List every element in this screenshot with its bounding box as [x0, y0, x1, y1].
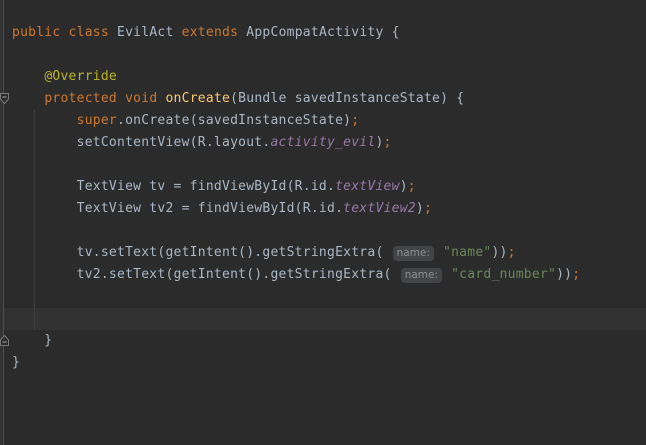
token-plain: tv2.setText(getIntent().getStringExtra( — [12, 267, 400, 282]
code-line[interactable] — [12, 154, 646, 176]
token-semi: ; — [508, 245, 516, 260]
code-line[interactable]: } — [12, 330, 646, 352]
code-line[interactable]: super.onCreate(savedInstanceState); — [12, 110, 646, 132]
code-lines: public class EvilAct extends AppCompatAc… — [0, 0, 646, 374]
token-plain: } — [12, 333, 52, 348]
token-keyword: void — [125, 91, 157, 106]
token-field: textView — [335, 179, 400, 194]
token-string: "card_number" — [451, 267, 556, 282]
token-plain — [12, 69, 44, 84]
token-keyword: extends — [182, 25, 239, 40]
token-semi: ; — [572, 267, 580, 282]
code-line[interactable]: } — [12, 352, 646, 374]
token-keyword: super — [77, 113, 117, 128]
code-line[interactable]: public class EvilAct extends AppCompatAc… — [12, 22, 646, 44]
parameter-hint-pill: name: — [401, 268, 442, 283]
token-keyword: class — [69, 25, 109, 40]
parameter-hint-pill: name: — [393, 246, 434, 261]
token-field: textView2 — [343, 201, 416, 216]
token-plain: ) — [375, 135, 383, 150]
token-string: "name" — [443, 245, 491, 260]
token-plain: TextView tv2 = findViewById(R.id. — [12, 201, 343, 216]
code-line[interactable] — [12, 220, 646, 242]
token-plain: (Bundle savedInstanceState) { — [230, 91, 464, 106]
token-semi: ; — [408, 179, 416, 194]
token-plain: setContentView(R.layout. — [12, 135, 270, 150]
token-plain — [12, 91, 44, 106]
token-semi: ; — [351, 113, 359, 128]
token-plain: ) — [416, 201, 424, 216]
code-line[interactable]: protected void onCreate(Bundle savedInst… — [12, 88, 646, 110]
token-plain — [443, 267, 451, 282]
token-plain — [435, 245, 443, 260]
token-plain — [60, 25, 68, 40]
token-plain — [12, 113, 77, 128]
token-keyword: protected — [44, 91, 117, 106]
code-line[interactable]: tv.setText(getIntent().getStringExtra( n… — [12, 242, 646, 264]
token-plain: } — [12, 355, 20, 370]
code-line[interactable]: TextView tv = findViewById(R.id.textView… — [12, 176, 646, 198]
code-line[interactable] — [12, 286, 646, 308]
code-line[interactable]: @Override — [12, 66, 646, 88]
token-plain: TextView tv = findViewById(R.id. — [12, 179, 335, 194]
token-semi: ; — [384, 135, 392, 150]
token-plain — [117, 91, 125, 106]
code-line[interactable]: TextView tv2 = findViewById(R.id.textVie… — [12, 198, 646, 220]
token-plain: ) — [400, 179, 408, 194]
token-plain: )) — [491, 245, 507, 260]
token-plain: tv.setText(getIntent().getStringExtra( — [12, 245, 392, 260]
token-plain: AppCompatActivity { — [238, 25, 400, 40]
token-plain: EvilAct — [109, 25, 182, 40]
token-method: onCreate — [165, 91, 230, 106]
token-annotation: @Override — [44, 69, 117, 84]
token-plain: .onCreate(savedInstanceState) — [117, 113, 351, 128]
code-line[interactable] — [12, 44, 646, 66]
code-line[interactable] — [12, 308, 646, 330]
code-editor: public class EvilAct extends AppCompatAc… — [0, 0, 646, 445]
token-field: activity_evil — [270, 135, 375, 150]
code-line[interactable]: setContentView(R.layout.activity_evil); — [12, 132, 646, 154]
token-plain: )) — [556, 267, 572, 282]
token-semi: ; — [424, 201, 432, 216]
token-keyword: public — [12, 25, 60, 40]
code-line[interactable]: tv2.setText(getIntent().getStringExtra( … — [12, 264, 646, 286]
